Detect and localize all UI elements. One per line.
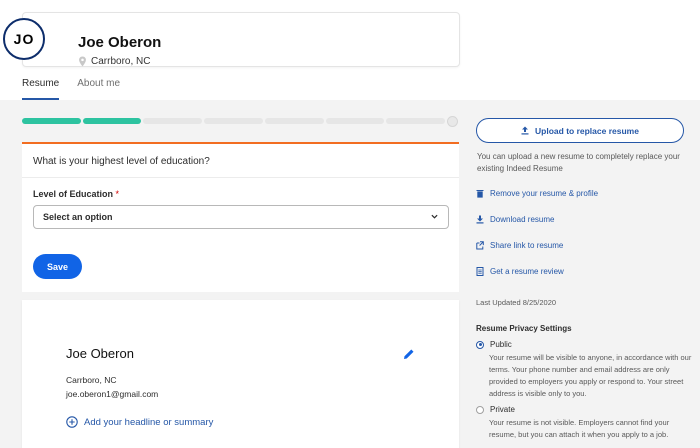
upload-replace-resume-button[interactable]: Upload to replace resume (476, 118, 684, 143)
education-label-text: Level of Education (33, 189, 113, 199)
progress-segment (83, 118, 142, 124)
remove-resume-label: Remove your resume & profile (490, 189, 598, 198)
progress-segment (204, 118, 263, 124)
chevron-down-icon (431, 214, 438, 219)
private-description: Your resume is not visible. Employers ca… (489, 417, 694, 441)
education-select-value: Select an option (43, 212, 113, 222)
pencil-edit-icon[interactable] (403, 348, 415, 360)
required-mark: * (116, 189, 120, 199)
public-description: Your resume will be visible to anyone, i… (489, 352, 694, 400)
resume-location: Carrboro, NC (66, 375, 117, 385)
private-radio[interactable] (476, 406, 484, 414)
upload-icon (521, 126, 529, 135)
remove-resume-link[interactable]: Remove your resume & profile (476, 189, 598, 198)
resume-card: Joe Oberon Carrboro, NC joe.oberon1@gmai… (22, 300, 459, 448)
privacy-settings-title: Resume Privacy Settings (476, 324, 572, 333)
private-label: Private (490, 405, 515, 414)
resume-review-label: Get a resume review (490, 267, 564, 276)
public-label: Public (490, 340, 512, 349)
profile-name: Joe Oberon (78, 34, 161, 51)
progress-check-icon (447, 116, 458, 127)
education-field-label: Level of Education * (33, 189, 119, 199)
header-area: Joe Oberon Carrboro, NC JO Resume About … (0, 0, 700, 100)
divider (22, 177, 459, 178)
education-question-card: What is your highest level of education?… (22, 142, 459, 292)
privacy-option-public[interactable]: Public (476, 340, 512, 349)
last-updated-text: Last Updated 8/25/2020 (476, 298, 556, 307)
privacy-option-private[interactable]: Private (476, 405, 515, 414)
resume-name: Joe Oberon (66, 346, 134, 361)
avatar[interactable]: JO (3, 18, 45, 60)
question-title: What is your highest level of education? (33, 156, 210, 167)
progress-segment (22, 118, 81, 124)
upload-label: Upload to replace resume (535, 126, 639, 136)
document-icon (476, 267, 484, 276)
progress-segment (326, 118, 385, 124)
save-button[interactable]: Save (33, 254, 82, 279)
share-resume-label: Share link to resume (490, 241, 563, 250)
tab-resume[interactable]: Resume (22, 76, 59, 100)
plus-circle-icon (66, 416, 78, 428)
add-headline-text: Add your headline or summary (84, 417, 213, 428)
share-icon (476, 241, 484, 250)
resume-review-link[interactable]: Get a resume review (476, 267, 564, 276)
download-icon (476, 215, 484, 224)
progress-segment (265, 118, 324, 124)
progress-segment (386, 118, 445, 124)
profile-card: Joe Oberon Carrboro, NC (22, 12, 460, 67)
resume-email: joe.oberon1@gmail.com (66, 389, 158, 399)
education-select[interactable]: Select an option (33, 205, 449, 229)
public-radio[interactable] (476, 341, 484, 349)
trash-icon (476, 189, 484, 198)
share-resume-link[interactable]: Share link to resume (476, 241, 563, 250)
progress-segment (143, 118, 202, 124)
download-resume-link[interactable]: Download resume (476, 215, 554, 224)
upload-description: You can upload a new resume to completel… (477, 151, 692, 175)
profile-location: Carrboro, NC (78, 56, 150, 67)
add-headline-link[interactable]: Add your headline or summary (66, 416, 213, 428)
tab-about-me[interactable]: About me (77, 76, 120, 100)
location-pin-icon (78, 56, 87, 67)
progress-bar (22, 117, 459, 125)
profile-location-text: Carrboro, NC (91, 56, 150, 67)
download-resume-label: Download resume (490, 215, 554, 224)
tab-bar: Resume About me (22, 76, 120, 100)
